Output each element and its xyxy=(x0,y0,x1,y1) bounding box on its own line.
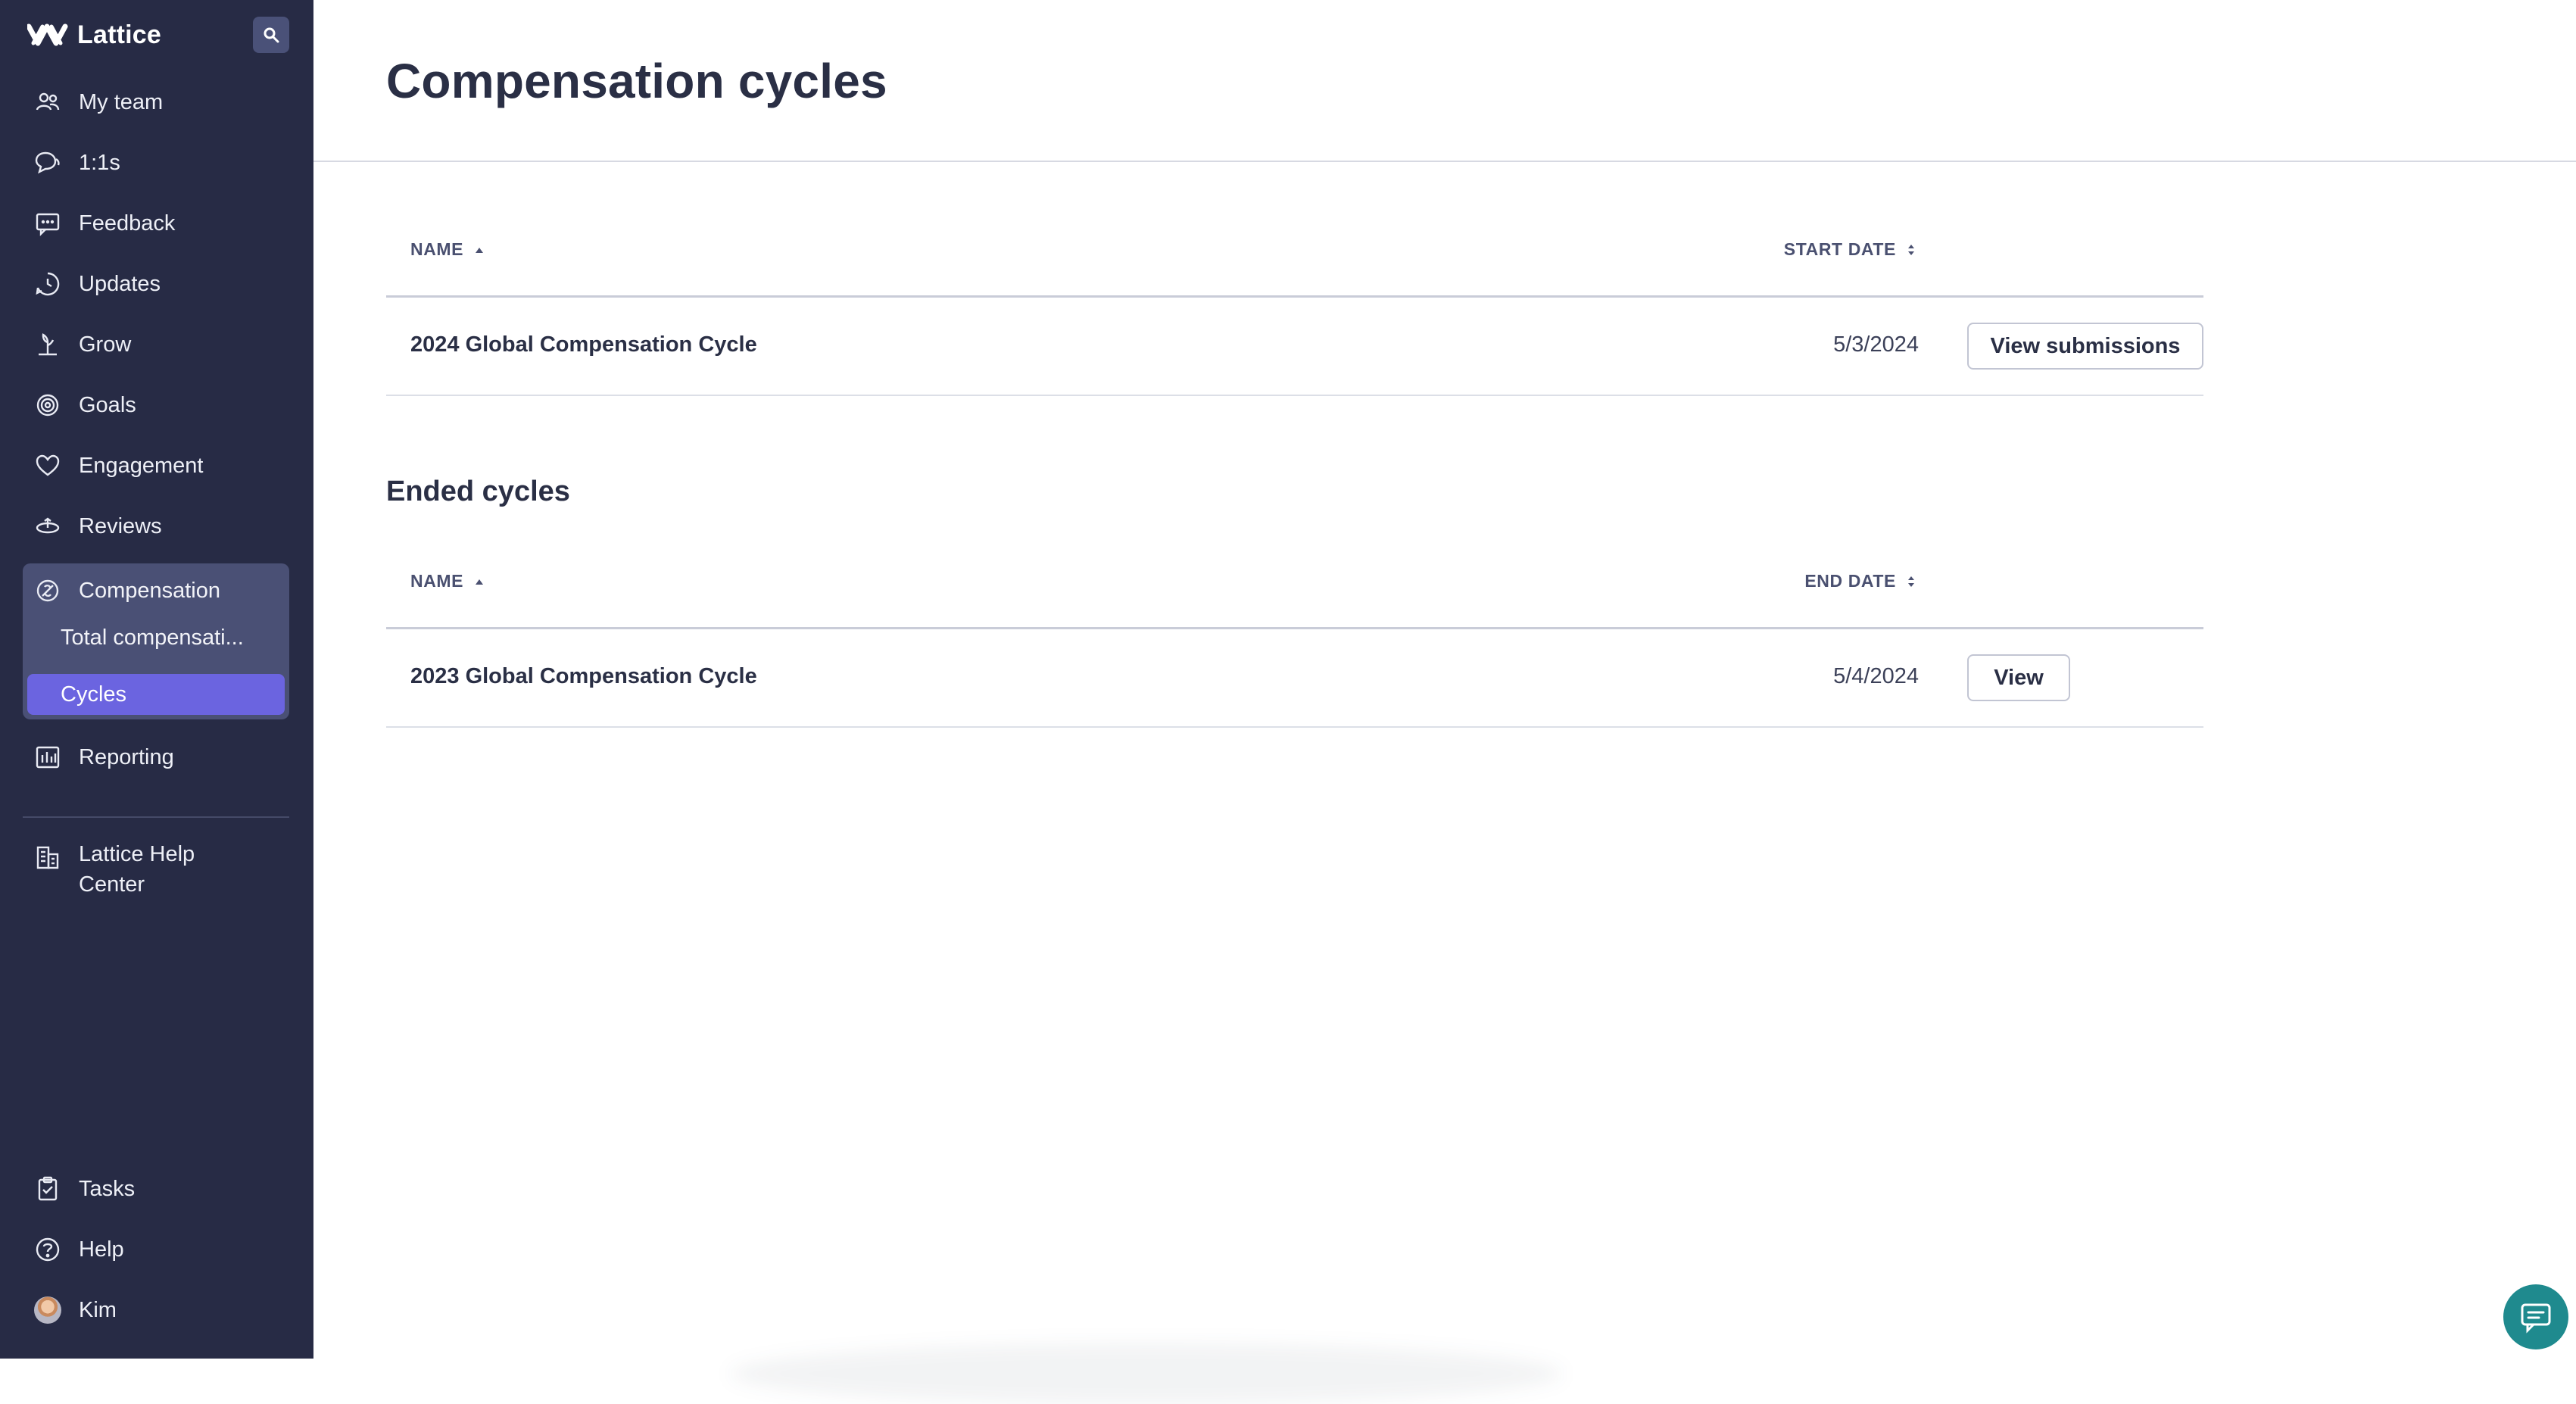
column-header-name[interactable]: NAME xyxy=(410,571,485,591)
sidebar-item-compensation[interactable]: Compensation xyxy=(33,569,220,612)
chat-bubbles-icon xyxy=(33,148,62,177)
sort-ascending-icon xyxy=(476,247,484,253)
sidebar-item-profile[interactable]: Kim xyxy=(33,1289,117,1331)
avatar-wrapper xyxy=(33,1296,62,1324)
view-button[interactable]: View xyxy=(1967,654,2070,701)
sidebar-item-label: Kim xyxy=(79,1297,117,1322)
sidebar-item-reviews[interactable]: Reviews xyxy=(33,505,162,548)
view-submissions-button[interactable]: View submissions xyxy=(1967,323,2203,370)
sort-icon xyxy=(1908,576,1914,587)
reviews-icon xyxy=(33,512,62,541)
sidebar-item-engagement[interactable]: Engagement xyxy=(33,445,203,487)
cycle-start-date: 5/3/2024 xyxy=(1833,332,1919,357)
sidebar-item-label: Grow xyxy=(79,332,132,357)
sidebar: Lattice My team 1:1s Feedback Updates Gr… xyxy=(0,0,313,1359)
column-header-label: NAME xyxy=(410,571,464,591)
sidebar-item-label: Feedback xyxy=(79,211,176,236)
sidebar-item-label: Compensation xyxy=(79,578,220,603)
column-header-label: START DATE xyxy=(1783,239,1896,259)
title-divider xyxy=(313,161,2576,162)
ended-cycles-table: NAME END DATE 2023 Global Compensation C… xyxy=(386,559,2203,733)
sidebar-divider xyxy=(23,816,289,818)
sidebar-item-label: Reviews xyxy=(79,513,162,538)
sidebar-item-updates[interactable]: Updates xyxy=(33,263,161,305)
sort-ascending-icon xyxy=(476,579,484,585)
table-row: 2023 Global Compensation Cycle 5/4/2024 … xyxy=(386,629,2203,726)
sidebar-item-label: Help xyxy=(79,1237,124,1262)
table-row: 2024 Global Compensation Cycle 5/3/2024 … xyxy=(386,298,2203,395)
search-button[interactable] xyxy=(253,17,289,53)
heart-icon xyxy=(33,451,62,480)
compensation-icon xyxy=(33,576,62,605)
column-header-label: END DATE xyxy=(1804,571,1896,591)
row-divider xyxy=(386,726,2203,728)
sidebar-item-label: Reporting xyxy=(79,744,174,769)
plant-icon xyxy=(33,330,62,359)
column-header-name[interactable]: NAME xyxy=(410,239,485,260)
sidebar-item-help-center[interactable]: Lattice Help Center xyxy=(33,839,195,912)
sidebar-item-label: Goals xyxy=(79,392,136,417)
sidebar-subitem-total-compensation[interactable]: Total compensati... xyxy=(27,616,285,659)
sidebar-item-label: 1:1s xyxy=(79,150,120,175)
cycle-end-date: 5/4/2024 xyxy=(1833,664,1919,688)
sidebar-subitem-cycles[interactable]: Cycles xyxy=(27,674,285,715)
sidebar-item-reporting[interactable]: Reporting xyxy=(33,736,174,778)
active-cycles-table: NAME START DATE 2024 Global Compensation… xyxy=(386,227,2203,401)
main-content: Compensation cycles NAME START DATE 2024… xyxy=(313,0,2576,1404)
section-title-ended-cycles: Ended cycles xyxy=(386,476,570,507)
sidebar-item-label: Tasks xyxy=(79,1176,136,1201)
lattice-logo-icon xyxy=(27,22,70,48)
page-title: Compensation cycles xyxy=(386,54,887,108)
chat-icon xyxy=(2521,1303,2551,1334)
bar-chart-icon xyxy=(33,743,62,772)
message-square-icon xyxy=(33,209,62,238)
search-icon xyxy=(264,27,279,43)
sidebar-item-tasks[interactable]: Tasks xyxy=(33,1168,135,1210)
brand[interactable]: Lattice xyxy=(27,17,161,53)
people-icon xyxy=(33,88,62,117)
cycle-name[interactable]: 2023 Global Compensation Cycle xyxy=(410,664,757,689)
sidebar-item-my-team[interactable]: My team xyxy=(33,81,163,123)
target-icon xyxy=(33,391,62,420)
brand-name: Lattice xyxy=(77,20,161,49)
help-center-label: Lattice Help Center xyxy=(79,839,195,900)
clipboard-check-icon xyxy=(33,1175,62,1203)
chat-support-button[interactable] xyxy=(2503,1284,2568,1349)
sidebar-item-grow[interactable]: Grow xyxy=(33,323,131,366)
sidebar-item-label: Updates xyxy=(79,271,161,296)
updates-clock-icon xyxy=(33,270,62,298)
sort-icon xyxy=(1908,244,1914,255)
sidebar-item-feedback[interactable]: Feedback xyxy=(33,202,175,245)
sidebar-item-goals[interactable]: Goals xyxy=(33,384,136,426)
sidebar-item-help[interactable]: Help xyxy=(33,1228,124,1271)
column-header-start-date[interactable]: START DATE xyxy=(1784,239,1916,260)
row-divider xyxy=(386,395,2203,396)
sidebar-item-label: My team xyxy=(79,89,164,114)
column-header-end-date[interactable]: END DATE xyxy=(1804,571,1916,591)
help-center-label-line1: Lattice Help xyxy=(79,842,195,866)
bottom-shadow xyxy=(730,1343,1563,1404)
sidebar-item-label: Engagement xyxy=(79,453,204,478)
sidebar-item-one-on-ones[interactable]: 1:1s xyxy=(33,142,120,184)
cycle-name[interactable]: 2024 Global Compensation Cycle xyxy=(410,332,757,357)
avatar xyxy=(34,1296,61,1324)
question-circle-icon xyxy=(33,1235,62,1264)
help-center-label-line2: Center xyxy=(79,872,145,897)
building-icon xyxy=(33,844,62,872)
column-header-label: NAME xyxy=(410,239,464,259)
sidebar-group-compensation: Compensation Total compensati... Cycles xyxy=(23,563,289,719)
